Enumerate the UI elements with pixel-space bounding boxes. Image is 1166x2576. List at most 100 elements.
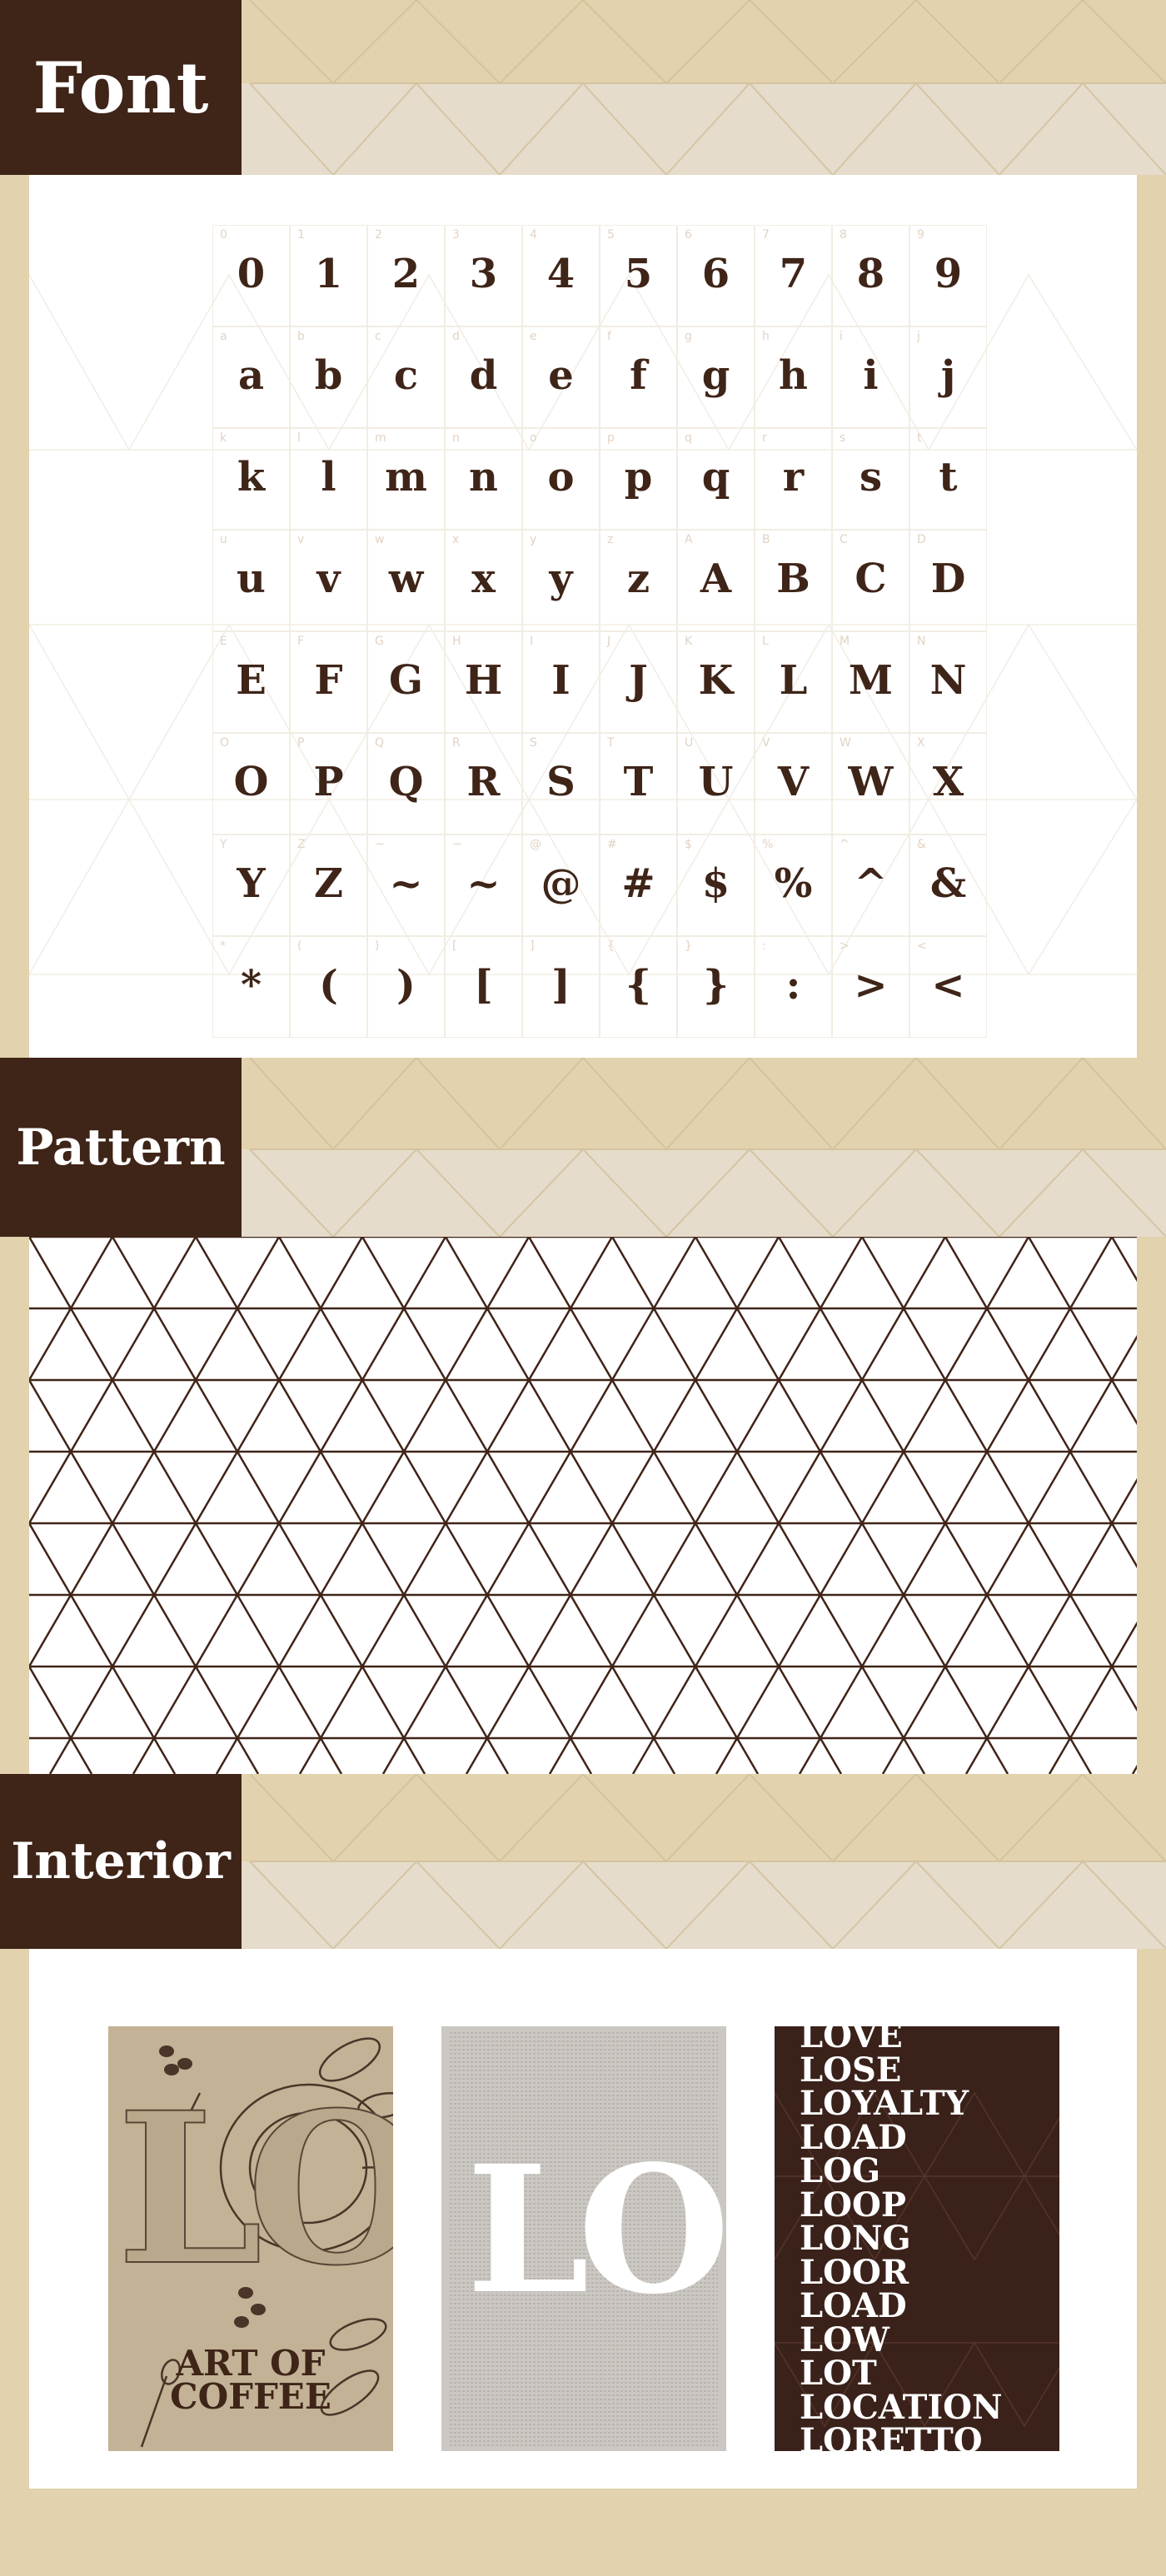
word-list-item: LOAD [800,2117,907,2157]
glyph-cell: 88 [832,225,909,326]
glyph-cell: ZZ [290,835,367,936]
glyph-sample: i [863,352,879,399]
word-list-item: LOYALTY [800,2084,969,2123]
glyph-sample: K [698,657,734,704]
glyph-sample: ] [551,962,571,1009]
glyph-guide-label: $ [685,838,692,851]
glyph-sample: L [779,657,808,704]
glyph-guide-label: m [375,431,386,445]
glyph-cell: AA [677,530,755,631]
tagline-line-2: COFFEE [170,2376,331,2417]
glyph-sample: Q [388,759,424,805]
section-label-font: Font [0,0,242,175]
pattern-header-band: Pattern [0,1058,1166,1237]
glyph-cell: 33 [445,225,522,326]
glyph-cell: {{ [600,936,677,1038]
word-list-item: LOW [800,2319,889,2359]
glyph-sample: d [469,352,498,399]
glyph-cell: YY [212,835,290,936]
glyph-guide-label: 1 [297,228,305,242]
glyph-sample: ( [319,962,338,1009]
glyph-cell: aa [212,326,290,428]
glyph-cell: (( [290,936,367,1038]
glyph-sample: ^ [854,860,888,907]
glyph-guide-label: d [452,330,460,343]
glyph-sample: y [549,556,573,602]
glyph-cell: bb [290,326,367,428]
glyph-guide-label: p [607,431,615,445]
glyph-cell: NN [909,631,987,733]
glyph-cell: [[ [445,936,522,1038]
glyph-cell: QQ [367,733,445,835]
glyph-guide-label: A [685,533,693,546]
section-label-interior: Interior [0,1774,242,1949]
word-list-item: LOG [800,2151,881,2190]
glyph-cell: rr [755,428,832,530]
glyph-cell: ll [290,428,367,530]
glyph-guide-label: o [530,431,537,445]
glyph-cell: KK [677,631,755,733]
glyph-sample: A [700,556,732,602]
glyph-guide-label: G [375,635,384,648]
glyph-guide-label: K [685,635,693,648]
glyph-cell: TT [600,733,677,835]
glyph-guide-label: 9 [917,228,924,242]
glyph-cell: pp [600,428,677,530]
interior-panel: LO ART OF COFFEE LO LOVE LOSE LOYALTY LOAD L… [29,1949,1137,2489]
glyph-cell: ]] [522,936,600,1038]
glyph-sample: 4 [546,251,576,297]
glyph-sample: s [859,454,883,501]
glyph-cell: LL [755,631,832,733]
glyph-sample: I [551,657,571,704]
glyph-cell: dd [445,326,522,428]
glyph-guide-label: ) [375,939,380,953]
glyph-guide-label: c [375,330,381,343]
glyph-sample: l [321,454,336,501]
glyph-guide-label: < [917,939,927,953]
glyph-sample: O [233,759,269,805]
glyph-sample: 7 [779,251,808,297]
interior-header-band: Interior [0,1774,1166,1949]
glyph-sample: c [393,352,419,399]
poster-word-list: LOVE LOSE LOYALTY LOAD LOG LOOP LONG LOOR LOAD LO… [775,2026,1059,2451]
glyph-guide-label: T [607,736,615,750]
glyph-cell: OO [212,733,290,835]
glyph-sample: 8 [856,251,885,297]
glyph-sample: < [931,962,965,1009]
glyph-sample: H [464,657,503,704]
glyph-guide-label: * [220,939,226,953]
word-list-item: LOOP [800,2185,906,2225]
section-label-pattern: Pattern [0,1058,242,1237]
glyph-sample: } [703,962,729,1009]
glyph-sample: n [469,454,498,501]
glyph-guide-label: % [762,838,774,851]
glyph-cell: 44 [522,225,600,326]
glyph-cell: mm [367,428,445,530]
glyph-guide-label: 5 [607,228,615,242]
glyph-guide-label: > [840,939,850,953]
glyph-sample: z [626,556,650,602]
glyph-cell: 22 [367,225,445,326]
glyph-guide-label: s [840,431,846,445]
glyph-sample: f [630,352,647,399]
glyph-cell: gg [677,326,755,428]
glyph-guide-label: 4 [530,228,537,242]
glyph-cell: * * [212,936,290,1038]
glyph-sample: ~ [389,860,423,907]
glyph-cell: xx [445,530,522,631]
glyph-guide-label: n [452,431,460,445]
glyph-guide-label: z [607,533,614,546]
glyph-sample: R [466,759,501,805]
glyph-guide-label: 2 [375,228,382,242]
glyph-cell: II [522,631,600,733]
glyph-guide-label: U [685,736,694,750]
glyph-cell: EE [212,631,290,733]
glyph-guide-label: H [452,635,461,648]
glyph-guide-label: L [762,635,769,648]
glyph-sample: a [237,352,265,399]
glyph-guide-label: t [917,431,922,445]
glyph-cell: kk [212,428,290,530]
glyph-sample: 2 [391,251,421,297]
font-header-band: Font [0,0,1166,175]
glyph-guide-label: S [530,736,537,750]
